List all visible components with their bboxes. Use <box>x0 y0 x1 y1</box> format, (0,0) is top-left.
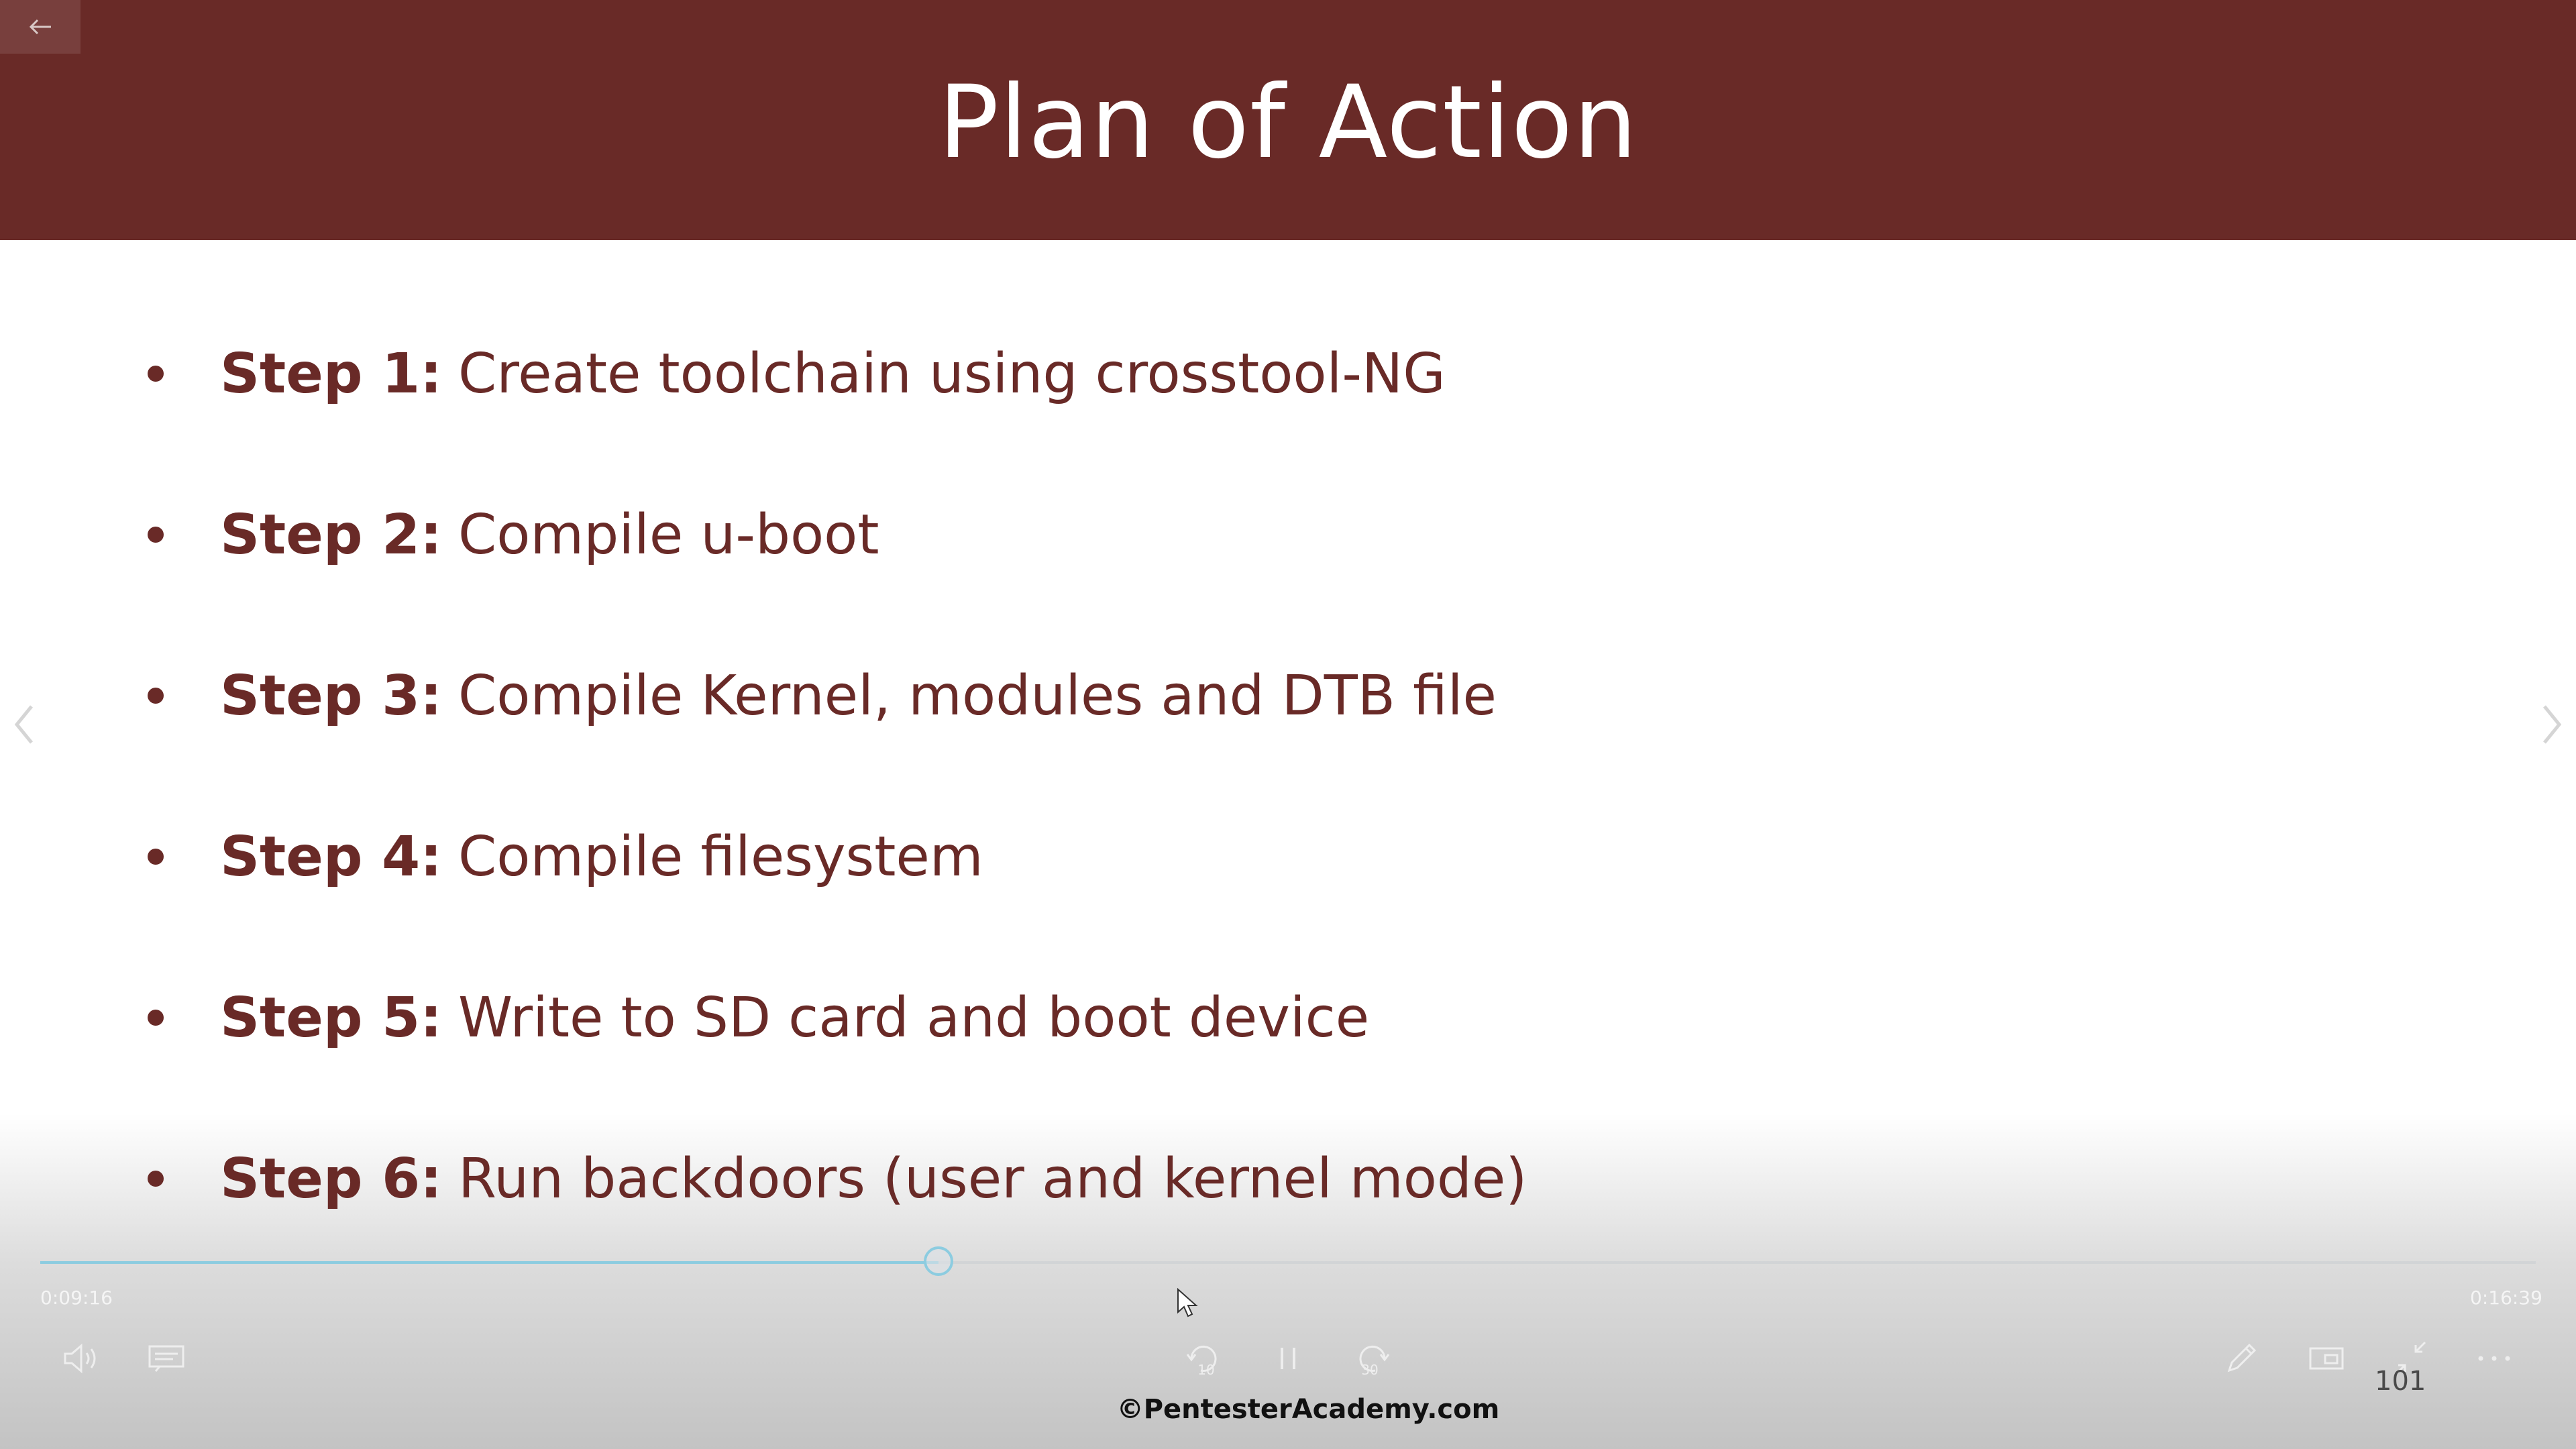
slide-number: 101 <box>2375 1366 2426 1397</box>
captions-button[interactable] <box>136 1335 197 1382</box>
skip-back-label: 10 <box>1197 1362 1214 1378</box>
skip-forward-label: 30 <box>1361 1362 1378 1378</box>
volume-button[interactable] <box>52 1335 113 1382</box>
bullet <box>148 366 164 382</box>
step-label: Step 3: <box>220 663 442 728</box>
step-text: Compile filesystem <box>458 824 983 889</box>
pen-button[interactable] <box>2212 1335 2273 1382</box>
bullet <box>148 849 164 865</box>
next-slide-button[interactable] <box>2529 698 2576 751</box>
list-item: Step 3: Compile Kernel, modules and DTB … <box>148 655 1497 736</box>
seek-bar-progress <box>40 1261 939 1264</box>
skip-back-10-icon: 10 <box>1186 1345 1217 1378</box>
copyright-footer: ©PentesterAcademy.com <box>1116 1394 1500 1425</box>
step-text: Compile Kernel, modules and DTB file <box>458 663 1497 728</box>
pause-button[interactable] <box>1258 1335 1318 1382</box>
step-text: Run backdoors (user and kernel mode) <box>458 1146 1527 1211</box>
previous-slide-button[interactable] <box>0 698 47 751</box>
bullet <box>148 688 164 704</box>
bullet <box>148 1171 164 1187</box>
skip-forward-button[interactable]: 30 <box>1342 1335 1402 1382</box>
step-label: Step 6: <box>220 1146 442 1211</box>
mouse-cursor <box>1175 1287 1199 1323</box>
captions-icon <box>148 1345 184 1372</box>
step-text: Compile u-boot <box>458 502 879 567</box>
seek-bar-thumb[interactable] <box>924 1246 954 1276</box>
list-item: Step 5: Write to SD card and boot device <box>148 977 1369 1058</box>
list-item: Step 6: Run backdoors (user and kernel m… <box>148 1138 1527 1219</box>
step-label: Step 4: <box>220 824 442 889</box>
mini-player-button[interactable] <box>2296 1335 2357 1382</box>
chevron-right-icon <box>2543 705 2562 744</box>
step-text: Create toolchain using crosstool-NG <box>458 341 1446 406</box>
chevron-left-icon <box>14 705 33 744</box>
cursor-icon <box>1177 1287 1198 1318</box>
list-item: Step 1: Create toolchain using crosstool… <box>148 333 1446 414</box>
pen-icon <box>2227 1343 2257 1373</box>
bullet <box>148 1010 164 1026</box>
step-text: Write to SD card and boot device <box>458 985 1370 1050</box>
step-label: Step 5: <box>220 985 442 1050</box>
pause-icon <box>1281 1348 1295 1369</box>
more-options-icon <box>2478 1356 2510 1361</box>
list-item: Step 2: Compile u-boot <box>148 494 879 575</box>
list-item: Step 4: Compile filesystem <box>148 816 983 897</box>
remaining-time: 0:16:39 <box>2470 1287 2542 1309</box>
slide-stage: Plan of Action Step 1: Create toolchain … <box>0 0 2576 1449</box>
step-label: Step 1: <box>220 341 442 406</box>
more-options-button[interactable] <box>2464 1335 2524 1382</box>
skip-forward-30-icon: 30 <box>1359 1345 1390 1378</box>
skip-back-button[interactable]: 10 <box>1174 1335 1234 1382</box>
step-label: Step 2: <box>220 502 442 567</box>
elapsed-time: 0:09:16 <box>40 1287 113 1309</box>
bullet <box>148 527 164 543</box>
volume-icon <box>64 1343 96 1374</box>
seek-bar[interactable] <box>40 1246 2536 1276</box>
mini-player-icon <box>2309 1347 2344 1370</box>
